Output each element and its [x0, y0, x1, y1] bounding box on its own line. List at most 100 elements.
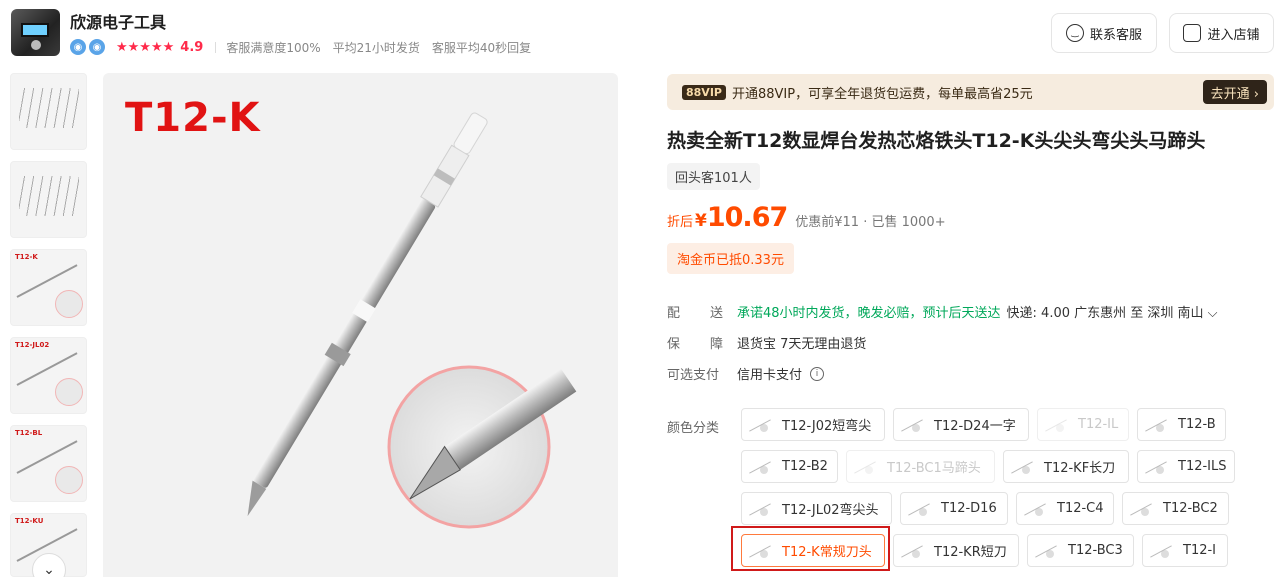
tip-thumb-icon: [900, 542, 926, 560]
coin-discount-tag: 淘金币已抵0.33元: [667, 243, 794, 274]
option-chip[interactable]: T12-KF长刀: [1003, 450, 1129, 483]
payment-label: 可选支付: [667, 368, 720, 383]
option-label: T12-I: [1183, 543, 1217, 558]
color-options-label: 颜色分类: [667, 421, 720, 436]
option-chip[interactable]: T12-ILS: [1137, 450, 1235, 483]
payment-row: 可选支付 信用卡支付 i: [667, 364, 825, 383]
gallery-thumb[interactable]: T12-JL02: [10, 337, 87, 414]
option-label: T12-KR短刀: [934, 545, 1007, 560]
vip-tag: 88VIP: [682, 84, 726, 100]
thumb-label: T12-KU: [15, 517, 44, 525]
gallery-thumb[interactable]: [10, 73, 87, 150]
currency-symbol: ¥: [695, 211, 707, 231]
tip-thumb-icon: [748, 416, 774, 434]
credit-badge-icon: ◉: [89, 39, 105, 55]
store-icon: [1183, 24, 1202, 42]
option-label: T12-BC2: [1163, 501, 1218, 516]
main-product-image[interactable]: T12-K: [103, 73, 618, 577]
option-chip[interactable]: T12-D16: [900, 492, 1008, 525]
gallery-thumb[interactable]: T12-BL: [10, 425, 87, 502]
shop-logo[interactable]: [11, 9, 60, 56]
tip-thumb-icon: [748, 458, 774, 476]
shop-name[interactable]: 欣源电子工具: [70, 9, 166, 33]
tip-thumb-icon: [853, 458, 879, 476]
price-row: 折后 ¥ 10.67 优惠前¥11 · 已售 1000+: [667, 202, 946, 233]
option-label: T12-IL: [1078, 417, 1119, 432]
option-chip[interactable]: T12-I: [1142, 534, 1228, 567]
original-price-sold: 优惠前¥11 · 已售 1000+: [795, 215, 946, 230]
option-label: T12-BC1马蹄头: [887, 461, 981, 476]
tip-zoom-image: [55, 290, 83, 318]
thumb-label: T12-BL: [15, 429, 43, 437]
option-chip[interactable]: T12-KR短刀: [893, 534, 1019, 567]
thumb-label: T12-JL02: [15, 341, 50, 349]
thumb-label: T12-K: [15, 253, 38, 261]
vip-banner: 88VIP 开通88VIP，可享全年退货包运费，每单最高省25元 去开通 ›: [667, 74, 1274, 110]
star-rating-icon: ★★★★★: [116, 39, 175, 55]
gallery-thumb[interactable]: T12-K: [10, 249, 87, 326]
gallery-thumb[interactable]: [10, 161, 87, 238]
price-label: 折后: [667, 215, 694, 230]
option-label: T12-ILS: [1178, 459, 1227, 474]
soldering-station-screen: [21, 23, 49, 37]
shop-meta: ◉ ◉ ★★★★★ 4.9 客服满意度100% 平均21小时发货 客服平均40秒…: [70, 38, 543, 56]
option-chip[interactable]: T12-BC2: [1122, 492, 1229, 525]
selection-highlight: [731, 526, 890, 571]
divider: [215, 41, 217, 53]
option-chip[interactable]: T12-C4: [1016, 492, 1114, 525]
guarantee-label: 保障: [667, 337, 723, 352]
tip-thumb-icon: [1144, 458, 1170, 476]
option-label: T12-KF长刀: [1044, 461, 1116, 476]
option-chip[interactable]: T12-J02短弯尖: [741, 408, 885, 441]
payment-text: 信用卡支付: [737, 368, 803, 383]
shipping-promise: 承诺48小时内发货，晚发必赔，预计后天送达: [737, 306, 1001, 321]
smile-icon: ‿: [1065, 24, 1084, 42]
option-chip[interactable]: T12-D24一字: [893, 408, 1029, 441]
option-chip[interactable]: T12-JL02弯尖头: [741, 492, 892, 525]
option-label: T12-JL02弯尖头: [782, 503, 879, 518]
shop-stat: 客服满意度100%: [226, 40, 321, 55]
option-label: T12-J02短弯尖: [782, 419, 872, 434]
tips-set-image: [19, 88, 79, 128]
repeat-buyers-tag: 回头客101人: [667, 163, 760, 190]
option-label: T12-D24一字: [934, 419, 1016, 434]
shipping-detail[interactable]: 快递: 4.00 广东惠州 至 深圳 南山 ⌵: [1007, 302, 1218, 321]
option-chip[interactable]: T12-B2: [741, 450, 838, 483]
tip-zoom-image: [55, 466, 83, 494]
product-title: 热卖全新T12数显焊台发热芯烙铁头T12-K头尖头弯尖头马蹄头: [667, 130, 1206, 152]
price-value: 10.67: [706, 202, 788, 233]
vip-text: 开通88VIP，可享全年退货包运费，每单最高省25元: [731, 86, 1033, 102]
guarantee-text: 退货宝 7天无理由退货: [737, 337, 867, 352]
shipping-label: 配送: [667, 306, 723, 321]
option-chip[interactable]: T12-BC3: [1027, 534, 1134, 567]
vip-open-button[interactable]: 去开通 ›: [1202, 80, 1267, 104]
enter-store-button[interactable]: 进入店铺: [1169, 13, 1274, 53]
option-label: T12-B2: [782, 459, 828, 474]
tip-thumb-icon: [748, 500, 774, 518]
option-chip: T12-BC1马蹄头: [846, 450, 995, 483]
option-label: T12-B: [1178, 417, 1216, 432]
tip-thumb-icon: [1144, 416, 1170, 434]
tip-thumb-icon: [900, 416, 926, 434]
contact-service-label: 联系客服: [1089, 27, 1142, 43]
soldering-tip-illustration: [247, 112, 577, 529]
tip-zoom-image: [55, 378, 83, 406]
info-icon[interactable]: i: [810, 366, 825, 381]
shop-stat: 平均21小时发货: [332, 40, 420, 55]
option-label: T12-D16: [941, 501, 997, 516]
tip-thumb-icon: [1149, 542, 1175, 560]
tip-thumb-icon: [907, 500, 933, 518]
soldering-station-knob: [31, 40, 41, 50]
tip-thumb-icon: [1034, 542, 1060, 560]
tip-thumb-icon: [1044, 416, 1070, 434]
tips-set-image: [19, 176, 79, 216]
enter-store-label: 进入店铺: [1207, 27, 1260, 43]
contact-service-button[interactable]: ‿ 联系客服: [1051, 13, 1157, 53]
option-chip[interactable]: T12-B: [1137, 408, 1226, 441]
shop-rating: 4.9: [180, 39, 204, 55]
option-chip: T12-IL: [1037, 408, 1129, 441]
tip-thumb-icon: [1129, 500, 1155, 518]
shipping-row: 配送 承诺48小时内发货，晚发必赔，预计后天送达 快递: 4.00 广东惠州 至…: [667, 302, 1218, 321]
shop-stat: 客服平均40秒回复: [431, 40, 532, 55]
credit-badge-icon: ◉: [70, 39, 86, 55]
